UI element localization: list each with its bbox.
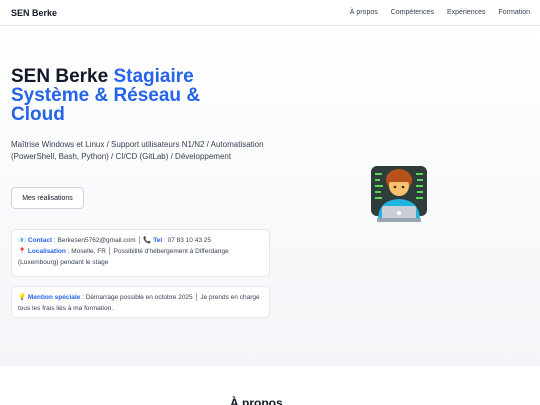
technologist-avatar-icon (369, 164, 429, 224)
nav-link-formation[interactable]: Formation (498, 9, 530, 16)
about-section-heading: À propos (230, 396, 283, 405)
location-line: 📍 Localisation : Moselle, FR │ Possibili… (18, 246, 263, 268)
hero-section: SEN Berke Stagiaire Système & Réseau & C… (0, 26, 540, 366)
contact-email[interactable]: : Berkesen5762@gmail.com │ (54, 237, 142, 244)
contact-card: 📧 Contact : Berkesen5762@gmail.com │ 📞 T… (11, 229, 270, 277)
hero-name: SEN Berke (11, 66, 109, 87)
nav-link-experiences[interactable]: Expériences (447, 9, 486, 16)
phone-icon: 📞 (143, 237, 152, 244)
mention-label: Mention spéciale (27, 294, 81, 301)
special-mention-card: 💡 Mention spéciale : Démarrage possible … (11, 286, 270, 318)
top-navbar: SEN Berke À propos Compétences Expérienc… (0, 0, 540, 26)
nav-links: À propos Compétences Expériences Formati… (350, 9, 530, 16)
nav-link-competences[interactable]: Compétences (391, 9, 434, 16)
tel-value[interactable]: : 07 83 10 43 25 (164, 237, 211, 244)
hero-title: SEN Berke Stagiaire Système & Réseau & C… (11, 67, 241, 124)
location-label: Localisation (27, 248, 66, 255)
brand-logo-text[interactable]: SEN Berke (11, 8, 57, 18)
hero-subtitle: Maîtrise Windows et Linux / Support util… (11, 140, 264, 161)
tel-label: Tel (153, 237, 163, 244)
lightbulb-icon: 💡 (18, 294, 27, 301)
nav-link-a-propos[interactable]: À propos (350, 9, 378, 16)
contact-label: Contact (27, 237, 53, 244)
contact-line: 📧 Contact : Berkesen5762@gmail.com │ 📞 T… (18, 235, 263, 246)
pin-icon: 📍 (18, 248, 27, 255)
my-projects-button[interactable]: Mes réalisations (11, 187, 84, 209)
envelope-icon: 📧 (18, 237, 27, 244)
technologist-illustration (371, 166, 427, 222)
